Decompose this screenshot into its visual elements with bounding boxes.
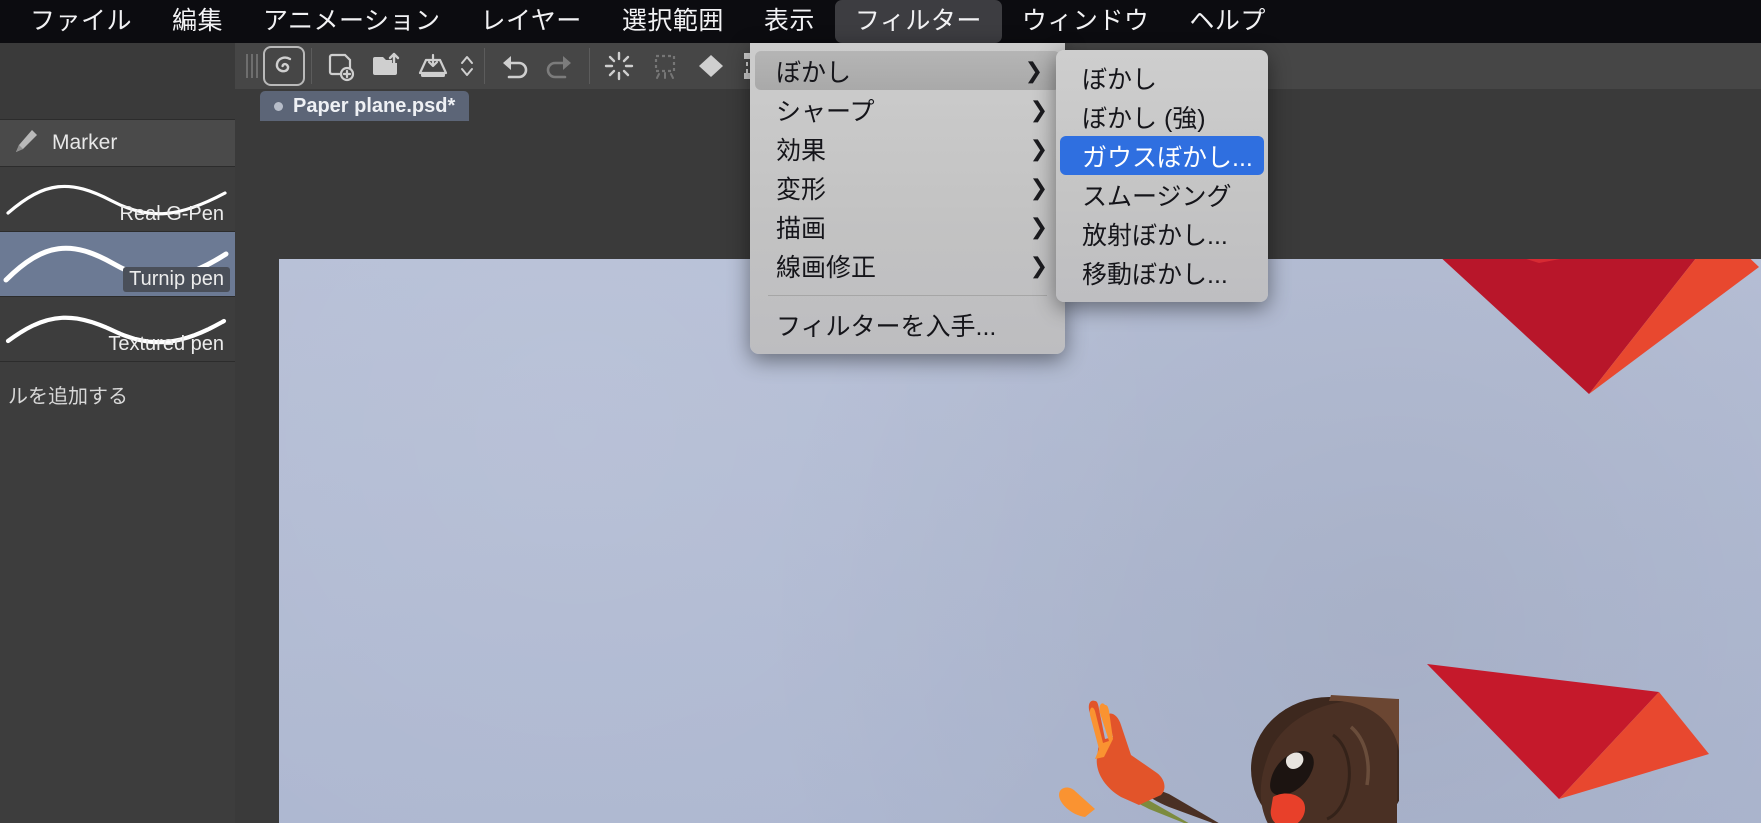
left-panel-footer: ルを追加する (0, 362, 235, 409)
chevron-right-icon: ❯ (1029, 174, 1048, 200)
brush-item-textured-pen[interactable]: Textured pen (0, 297, 235, 362)
menu-item-sharpen[interactable]: シャープ ❯ (750, 90, 1065, 129)
left-panel: Marker Real G-Pen Turnip pen Textured pe… (0, 43, 235, 823)
stepper-chevrons-icon[interactable] (456, 46, 478, 86)
brush-label: Turnip pen (123, 267, 230, 292)
menu-help[interactable]: ヘルプ (1169, 0, 1286, 43)
toolbar-divider (484, 48, 485, 84)
menu-view[interactable]: 表示 (744, 0, 835, 43)
fill-icon[interactable] (688, 46, 734, 86)
submenu-item-gaussian-blur[interactable]: ガウスぼかし... (1060, 136, 1264, 175)
brush-item-turnip-pen[interactable]: Turnip pen (0, 232, 235, 297)
brush-item-real-g-pen[interactable]: Real G-Pen (0, 167, 235, 232)
submenu-item-label: 移動ぼかし... (1082, 260, 1228, 289)
submenu-item-radial-blur[interactable]: 放射ぼかし... (1056, 214, 1268, 253)
redo-icon[interactable] (537, 46, 583, 86)
submenu-item-blur-strong[interactable]: ぼかし (強) (1056, 97, 1268, 136)
unsaved-indicator-dot (274, 101, 283, 111)
blur-submenu: ぼかし ぼかし (強) ガウスぼかし... スムージング 放射ぼかし... 移動… (1056, 50, 1268, 302)
menu-item-line-correction[interactable]: 線画修正 ❯ (750, 246, 1065, 285)
chevron-right-icon: ❯ (1029, 96, 1048, 122)
menu-item-render[interactable]: 描画 ❯ (750, 207, 1065, 246)
save-icon[interactable] (410, 46, 456, 86)
menu-layer[interactable]: レイヤー (461, 0, 602, 43)
application-window: ファイル 編集 アニメーション レイヤー 選択範囲 表示 フィルター ウィンドウ… (0, 0, 1761, 823)
chevron-right-icon: ❯ (1029, 213, 1048, 239)
app-logo-icon[interactable] (263, 46, 305, 86)
menu-animation[interactable]: アニメーション (243, 0, 461, 43)
submenu-item-smoothing[interactable]: スムージング (1056, 175, 1268, 214)
submenu-item-label: ぼかし (強) (1082, 104, 1206, 133)
toolbar-divider (311, 48, 312, 84)
menu-item-label: 変形 (776, 175, 827, 204)
undo-icon[interactable] (491, 46, 537, 86)
filter-dropdown-menu: ぼかし ❯ シャープ ❯ 効果 ❯ 変形 ❯ 描画 ❯ 線画修正 ❯ フィルター… (750, 43, 1065, 354)
open-folder-icon[interactable] (364, 46, 410, 86)
deselect-icon[interactable] (642, 46, 688, 86)
menu-item-label: シャープ (776, 97, 875, 126)
character-figure (1059, 695, 1399, 823)
menu-edit[interactable]: 編集 (152, 0, 243, 43)
submenu-item-label: ぼかし (1082, 65, 1158, 94)
brush-label: Textured pen (108, 333, 224, 355)
submenu-item-motion-blur[interactable]: 移動ぼかし... (1056, 253, 1268, 292)
submenu-item-blur[interactable]: ぼかし (1056, 58, 1268, 97)
toolbar-divider (589, 48, 590, 84)
menu-file[interactable]: ファイル (10, 0, 152, 43)
document-tab[interactable]: Paper plane.psd* (260, 91, 470, 121)
menu-window[interactable]: ウィンドウ (1002, 0, 1170, 43)
brush-label: Real G-Pen (119, 203, 225, 225)
paper-plane-top-right (1442, 259, 1759, 394)
select-all-icon[interactable] (596, 46, 642, 86)
brush-category-header[interactable]: Marker (0, 120, 235, 167)
submenu-item-label: スムージング (1082, 182, 1232, 211)
toolbar-drag-handle[interactable] (241, 53, 263, 79)
add-material-label[interactable]: ルを追加する (8, 380, 227, 409)
menu-item-effect[interactable]: 効果 ❯ (750, 129, 1065, 168)
menu-divider (768, 295, 1047, 296)
menu-item-label: 描画 (776, 214, 827, 243)
menu-item-label: フィルターを入手... (776, 312, 997, 341)
menu-item-get-filters[interactable]: フィルターを入手... (750, 305, 1065, 344)
left-panel-top-strip (0, 43, 235, 120)
paper-plane-bottom-right (1427, 664, 1709, 799)
menu-item-label: ぼかし (776, 58, 852, 87)
menu-filter[interactable]: フィルター (834, 0, 1002, 43)
document-tab-label: Paper plane.psd* (293, 94, 456, 117)
chevron-right-icon: ❯ (1029, 135, 1048, 161)
menu-item-label: 線画修正 (776, 253, 877, 282)
menu-selection[interactable]: 選択範囲 (602, 0, 744, 43)
marker-icon (10, 126, 40, 161)
submenu-item-label: 放射ぼかし... (1082, 221, 1228, 250)
menu-bar: ファイル 編集 アニメーション レイヤー 選択範囲 表示 フィルター ウィンドウ… (0, 0, 1761, 43)
menu-item-label: 効果 (776, 136, 827, 165)
submenu-item-label: ガウスぼかし... (1082, 143, 1253, 172)
chevron-right-icon: ❯ (1024, 57, 1043, 83)
menu-item-blur[interactable]: ぼかし ❯ (755, 51, 1060, 90)
menu-item-transform[interactable]: 変形 ❯ (750, 168, 1065, 207)
new-document-icon[interactable] (318, 46, 364, 86)
chevron-right-icon: ❯ (1029, 252, 1048, 278)
brush-category-label: Marker (52, 131, 118, 154)
